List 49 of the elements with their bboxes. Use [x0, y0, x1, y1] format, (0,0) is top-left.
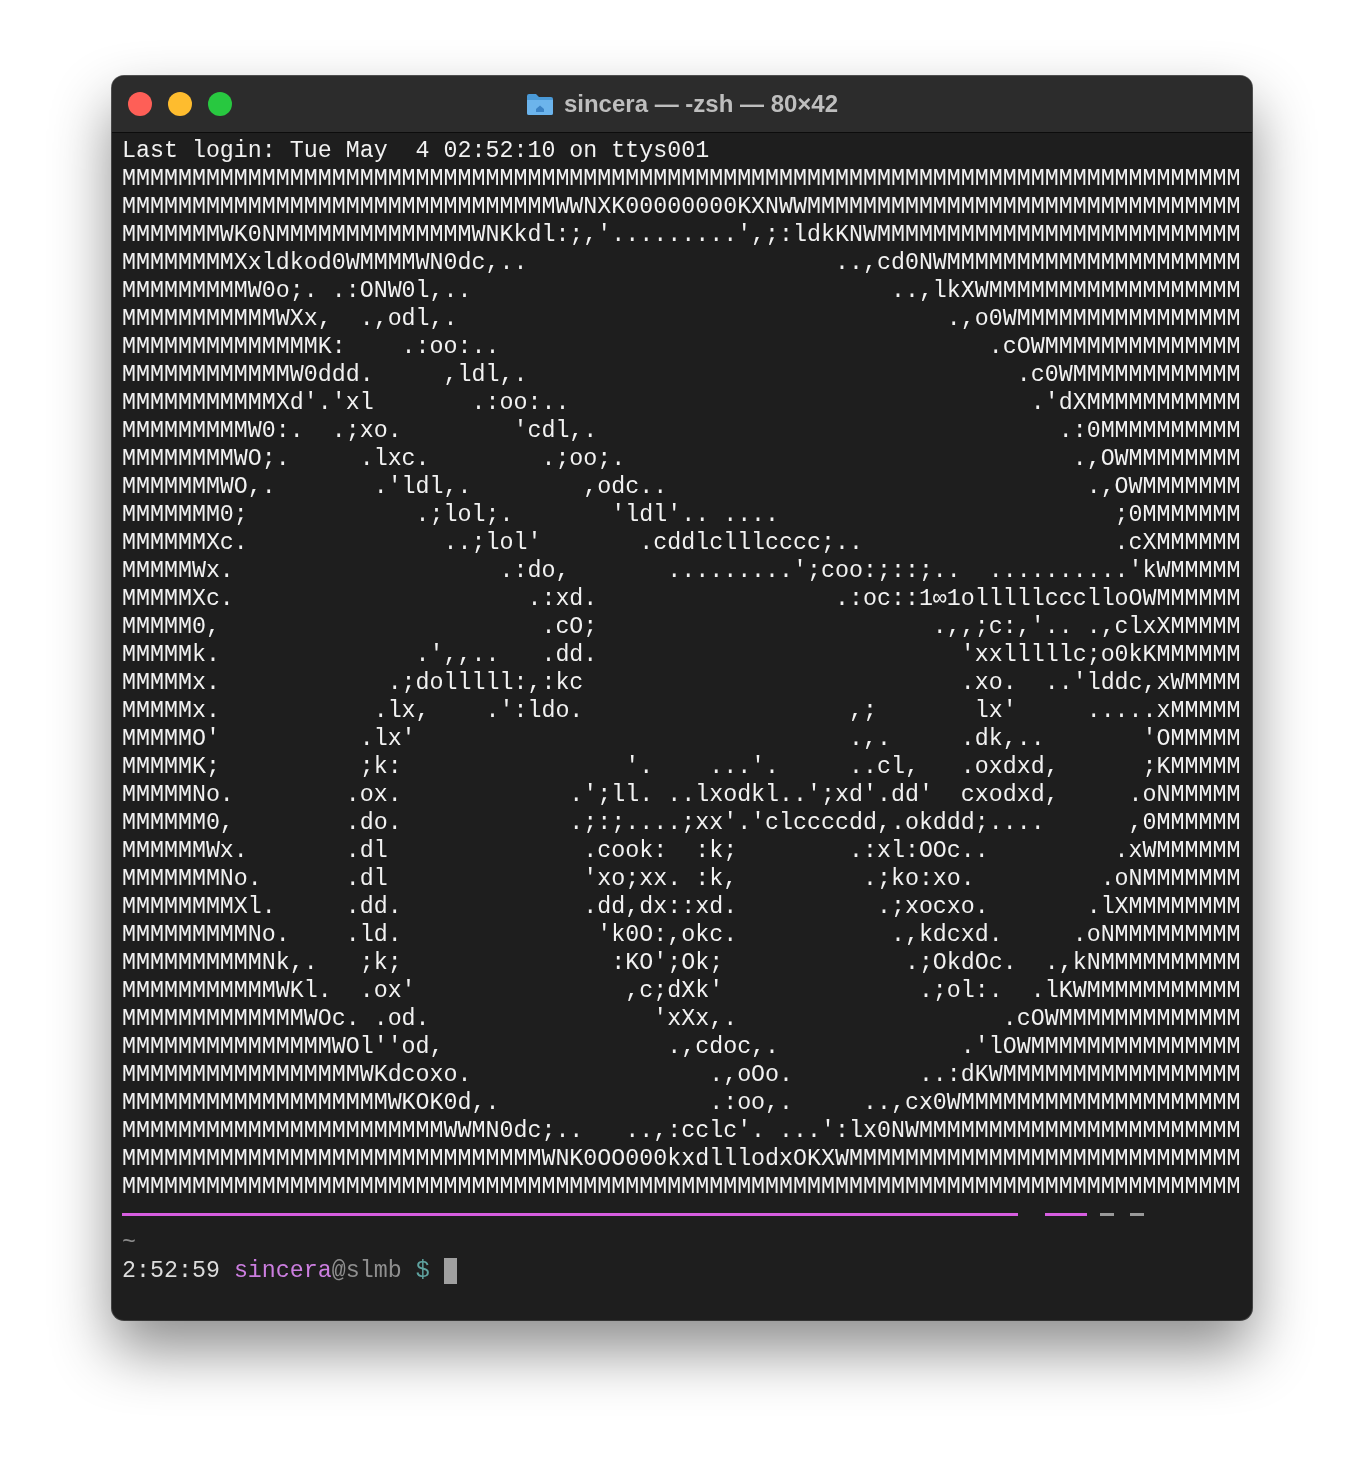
- terminal-line: MMMMMMMMMNo. .ld. 'k0O:,okc. .,kdcxd. .oNMMMMMMMMM: [122, 921, 1242, 949]
- terminal-line: MMMMM0, .cO; .,,;c:,'.. .,clxXMMMMM: [122, 613, 1242, 641]
- terminal-line: MMMMMMMMMMMWXx, .,odl,. .,o0WMMMMMMMMMMMMMMMM: [122, 305, 1242, 333]
- terminal-line: MMMMMMMMMMMMMMK: .:oo:.. .cOWMMMMMMMMMMMMMM: [122, 333, 1242, 361]
- terminal-line: MMMMMMXc. ..;lol' .cddlclllcccc;.. .cXMMMMMM: [122, 529, 1242, 557]
- prompt-time: 2:52:59: [122, 1257, 220, 1285]
- terminal-line: MMMMMMWx. .dl .cook: :k; .:xl:OOc.. .xWMMMMMM: [122, 837, 1242, 865]
- terminal-line: MMMMMMMMMMMMMMMMMWKdcoxo. .,oOo. ..:dKWMMMMMMMMMMMMMMMMM: [122, 1061, 1242, 1089]
- terminal-line: MMMMMx. .;dolllll:,:kc .xo. ..'lddc,xWMMMM: [122, 669, 1242, 697]
- terminal-line: MMMMMMMMXxldkod0WMMMMWN0dc,.. ..,cd0NWMMMMMMMMMMMMMMMMMMMMM: [122, 249, 1242, 277]
- window-title: sincera — -zsh — 80×42: [563, 90, 839, 118]
- prompt-symbol: $: [415, 1257, 430, 1285]
- terminal-line: MMMMMMMMMMMMMMMMMMMMMMMMMMMMMMMMMMMMMMMMMMMMMMMMMMMMMMMMMMMMMMMMMMMMMMMMMMMMMMMM: [122, 1173, 1242, 1201]
- terminal-line: MMMMMMMMMMMWKl. .ox' ,c;dXk' .;ol:. .lKWMMMMMMMMMMM: [122, 977, 1242, 1005]
- terminal-line: MMMMMO' .lx' .,. .dk,.. 'OMMMMM: [122, 725, 1242, 753]
- terminal-line: MMMMMMMMMMMMMMMMMMMWKOK0d,. .:oo,. ..,cx0WMMMMMMMMMMMMMMMMMMMM: [122, 1089, 1242, 1117]
- prompt-host: @slmb: [331, 1257, 402, 1285]
- terminal-line: MMMMMMMMMMMMMWOc. .od. 'xXx,. .cOWMMMMMMMMMMMMM: [122, 1005, 1242, 1033]
- prompt-user: sincera: [233, 1257, 332, 1285]
- terminal-line: Last login: Tue May 4 02:52:10 on ttys001: [122, 137, 711, 165]
- terminal-line: MMMMMMMMXl. .dd. .dd,dx::xd. .;xocxo. .lXMMMMMMMM: [122, 893, 1242, 921]
- terminal-line: MMMMMMMMMMMMMMMMMMMMMMMWWMN0dc;.. ..,:cclc'. ...':lx0NWMMMMMMMMMMMMMMMMMMMMMMM: [122, 1117, 1242, 1145]
- terminal-line: MMMMMMMMMW0:. .;xo. 'cdl,. .:0MMMMMMMMMM: [122, 417, 1242, 445]
- terminal-line: MMMMMMMMWO;. .lxc. .;oo;. .,OWMMMMMMMM: [122, 445, 1242, 473]
- terminal-line: MMMMMMMMMMMMMMMWOl''od, .,cdoc,. .'lOWMMMMMMMMMMMMMMM: [122, 1033, 1242, 1061]
- terminal-line: MMMMMMMMMMMMMMMMMMMMMMMMMMMMMMWNK0OO000kxdlllodxOKXWMMMMMMMMMMMMMMMMMMMMMMMMMMMM: [122, 1145, 1242, 1173]
- terminal-line: MMMMMMM0; .;lol;. 'ldl'.. .... ;0MMMMMMM: [122, 501, 1242, 529]
- terminal-line: MMMMMk. .',,.. .dd. 'xxlllllc;o0kKMMMMMM: [122, 641, 1242, 669]
- terminal-line: MMMMMMMWO,. .'ldl,. ,odc.. .,OWMMMMMMM: [122, 473, 1242, 501]
- terminal-line: MMMMMMMMMMMMW0ddd. ,ldl,. .c0WMMMMMMMMMMMM: [122, 361, 1242, 389]
- terminal-line: MMMMMWx. .:do, .........';coo:;::;.. ..........'kWMMMMM: [122, 557, 1242, 585]
- terminal-line: MMMMMMMMMMMXd'.'xl .:oo:.. .'dXMMMMMMMMMMM: [122, 389, 1242, 417]
- terminal-line: MMMMMMMMMW0o;. .:ONW0l,.. ..,lkXWMMMMMMMMMMMMMMMMMM: [122, 277, 1242, 305]
- terminal-line: MMMMMMMWK0NMMMMMMMMMMMMMMWNKkdl:;,'.........',;:ldkKNWMMMMMMMMMMMMMMMMMMMMMMMMMM: [122, 221, 1242, 249]
- terminal-line: MMMMMXc. .:xd. .:oc::1∞1olllllccclloOWMMMMMM: [122, 585, 1242, 613]
- terminal-line: MMMMMx. .lx, .':ldo. ,; lx' .....xMMMMM: [122, 697, 1242, 725]
- terminal-line: MMMMMMMNo. .dl 'xo;xx. :k, .;ko:xo. .oNMMMMMMM: [122, 865, 1242, 893]
- folder-icon: [525, 92, 554, 116]
- close-button[interactable]: [128, 92, 152, 116]
- terminal-line: MMMMMNo. .ox. .';ll. ..lxodkl..';xd'.dd' cxodxd, .oNMMMMM: [122, 781, 1242, 809]
- prompt-directory: ~: [122, 1229, 137, 1257]
- minimize-button[interactable]: [168, 92, 192, 116]
- terminal-line: MMMMMMMMMMMMMMMMMMMMMMMMMMMMMMMMMMMMMMMMMMMMMMMMMMMMMMMMMMMMMMMMMMMMMMMMMMMMMMMM: [122, 165, 1242, 193]
- cursor-block: [443, 1258, 457, 1284]
- terminal-line: MMMMMMMMMMNk,. ;k; :KO';Ok; .;OkdOc. .,kNMMMMMMMMMM: [122, 949, 1242, 977]
- terminal-line: MMMMMK; ;k: '. ...'. ..cl, .oxdxd, ;KMMMMM: [122, 753, 1242, 781]
- terminal-line: MMMMMMMMMMMMMMMMMMMMMMMMMMMMMMMWWNXK00000000KXNWWMMMMMMMMMMMMMMMMMMMMMMMMMMMMMMM: [122, 193, 1242, 221]
- terminal-line: MMMMMM0, .do. .;:;....;xx'.'clccccdd,.okddd;.... ,0MMMMMM: [122, 809, 1242, 837]
- zoom-button[interactable]: [208, 92, 232, 116]
